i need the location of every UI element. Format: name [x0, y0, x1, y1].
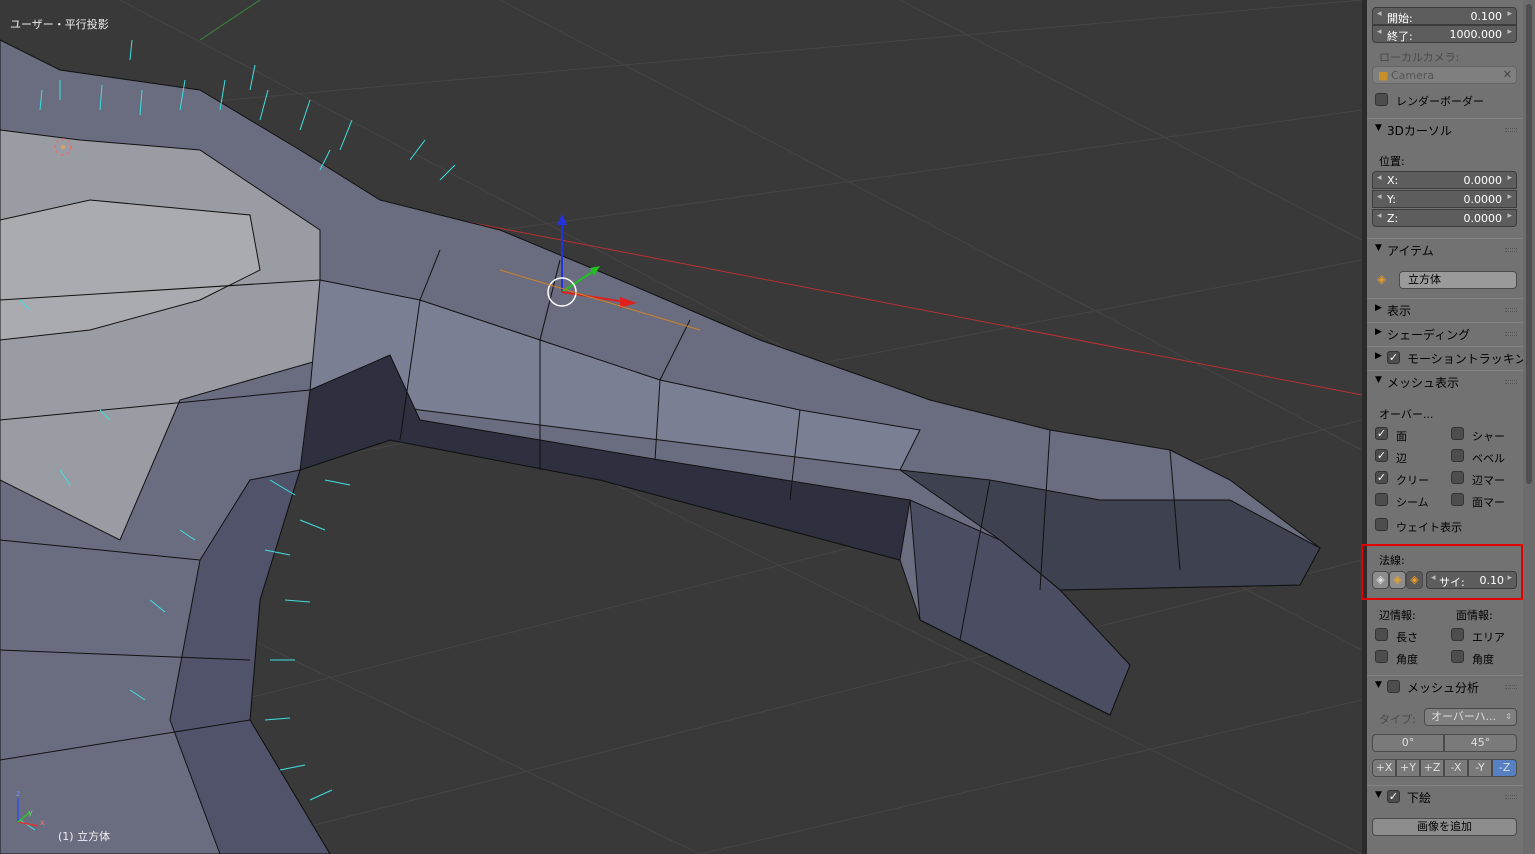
axis-pos-y-button[interactable]: +Y [1396, 759, 1420, 777]
mesh-display-panel-header[interactable]: ▼ メッシュ表示 [1367, 370, 1523, 392]
mesh-analysis-panel-header[interactable]: ▼ メッシュ分析 [1367, 675, 1523, 697]
angle-min-field[interactable]: 0° [1372, 734, 1444, 752]
display-panel-header[interactable]: ▶ 表示 [1367, 298, 1523, 320]
scrollbar-thumb[interactable] [1526, 4, 1532, 484]
axis-pos-x-button[interactable]: +X [1372, 759, 1396, 777]
expanded-triangle-icon: ▼ [1375, 680, 1382, 690]
mesh-scene[interactable] [0, 0, 1362, 854]
view-name-label: ユーザー・平行投影 [10, 18, 109, 31]
increment-arrow-icon[interactable]: ▸ [1507, 192, 1512, 202]
axis-neg-x-button[interactable]: -X [1444, 759, 1468, 777]
cursor-panel-header[interactable]: ▼ 3Dカーソル [1367, 118, 1523, 140]
expanded-triangle-icon: ▼ [1375, 790, 1382, 800]
drag-grip-icon[interactable] [1505, 685, 1517, 689]
axis-y-label: y [28, 808, 33, 817]
cursor-x-field[interactable]: ◂ X: 0.0000 ▸ [1372, 171, 1517, 189]
local-camera-label: ローカルカメラ: [1379, 51, 1460, 64]
increment-arrow-icon[interactable]: ▸ [1507, 9, 1512, 19]
increment-arrow-icon[interactable]: ▸ [1507, 27, 1512, 37]
active-object-label: (1) 立方体 [58, 830, 111, 843]
clear-icon[interactable]: ✕ [1503, 68, 1512, 81]
edges-checkbox[interactable]: ✓ [1375, 449, 1388, 462]
background-images-checkbox[interactable]: ✓ [1387, 790, 1400, 803]
edge-length-checkbox[interactable] [1375, 628, 1388, 641]
axis-neg-z-button[interactable]: -Z [1492, 759, 1517, 777]
background-images-panel-header[interactable]: ▼ ✓ 下絵 [1367, 785, 1523, 807]
expanded-triangle-icon: ▼ [1375, 375, 1382, 385]
drag-grip-icon[interactable] [1505, 128, 1517, 132]
decrement-arrow-icon[interactable]: ◂ [1377, 27, 1382, 37]
axis-pos-z-button[interactable]: +Z [1420, 759, 1444, 777]
expanded-triangle-icon: ▼ [1375, 123, 1382, 133]
camera-object-icon: ■ [1378, 69, 1389, 82]
faces-checkbox[interactable]: ✓ [1375, 427, 1388, 440]
drag-grip-icon[interactable] [1505, 332, 1517, 336]
cursor-z-field[interactable]: ◂ Z: 0.0000 ▸ [1372, 209, 1517, 227]
drag-grip-icon[interactable] [1505, 248, 1517, 252]
weight-display-checkbox[interactable] [1375, 518, 1388, 531]
drag-grip-icon[interactable] [1505, 308, 1517, 312]
properties-panel: ◂ 開始: 0.100 ▸ ◂ 終了: 1000.000 ▸ ローカルカメラ: … [1367, 0, 1523, 854]
clip-start-field[interactable]: ◂ 開始: 0.100 ▸ [1372, 7, 1517, 25]
increment-arrow-icon[interactable]: ▸ [1507, 173, 1512, 183]
cursor-y-field[interactable]: ◂ Y: 0.0000 ▸ [1372, 190, 1517, 208]
mesh-analysis-checkbox[interactable] [1387, 680, 1400, 693]
axis-z-label: z [16, 789, 21, 798]
normals-highlight-box [1361, 544, 1523, 600]
drag-grip-icon[interactable] [1505, 795, 1517, 799]
edge-angle-checkbox[interactable] [1375, 650, 1388, 663]
drag-grip-icon[interactable] [1505, 380, 1517, 384]
dropdown-arrows-icon: ⇳ [1505, 712, 1512, 721]
edge-marks-checkbox[interactable] [1451, 471, 1464, 484]
camera-field[interactable]: ■ Camera ✕ [1372, 66, 1517, 84]
face-info-label: 面情報: [1456, 609, 1493, 622]
overlay-label: オーバー... [1379, 408, 1434, 421]
seams-checkbox[interactable] [1375, 493, 1388, 506]
3d-viewport[interactable]: ユーザー・平行投影 (1) 立方体 z y x [0, 0, 1362, 854]
axis-neg-y-button[interactable]: -Y [1468, 759, 1492, 777]
panel-scrollbar[interactable] [1523, 0, 1535, 854]
bevel-checkbox[interactable] [1451, 449, 1464, 462]
edge-info-label: 辺情報: [1379, 609, 1416, 622]
sharp-checkbox[interactable] [1451, 427, 1464, 440]
type-label: タイプ: [1379, 713, 1416, 726]
collapsed-triangle-icon: ▶ [1375, 327, 1382, 337]
motion-tracking-panel-header[interactable]: ▶ ✓ モーショントラッキン [1367, 346, 1523, 368]
item-name-field[interactable]: 立方体 [1399, 271, 1517, 289]
shading-panel-header[interactable]: ▶ シェーディング [1367, 322, 1523, 344]
object-icon: ◈ [1377, 272, 1387, 286]
collapsed-triangle-icon: ▶ [1375, 351, 1382, 361]
face-area-checkbox[interactable] [1451, 628, 1464, 641]
add-image-button[interactable]: 画像を追加 [1372, 818, 1517, 836]
angle-max-field[interactable]: 45° [1444, 734, 1517, 752]
item-panel-header[interactable]: ▼ アイテム [1367, 238, 1523, 260]
increment-arrow-icon[interactable]: ▸ [1507, 211, 1512, 221]
clip-end-field[interactable]: ◂ 終了: 1000.000 ▸ [1372, 25, 1517, 43]
render-border-checkbox[interactable] [1375, 93, 1388, 106]
crease-checkbox[interactable]: ✓ [1375, 471, 1388, 484]
analysis-type-dropdown[interactable]: オーバーハ... ⇳ [1424, 708, 1517, 726]
face-angle-checkbox[interactable] [1451, 650, 1464, 663]
decrement-arrow-icon[interactable]: ◂ [1377, 192, 1382, 202]
face-marks-checkbox[interactable] [1451, 493, 1464, 506]
decrement-arrow-icon[interactable]: ◂ [1377, 211, 1382, 221]
decrement-arrow-icon[interactable]: ◂ [1377, 173, 1382, 183]
decrement-arrow-icon[interactable]: ◂ [1377, 9, 1382, 19]
expanded-triangle-icon: ▼ [1375, 243, 1382, 253]
axis-x-label: x [40, 818, 45, 827]
motion-tracking-checkbox[interactable]: ✓ [1387, 351, 1400, 364]
collapsed-triangle-icon: ▶ [1375, 303, 1382, 313]
position-label: 位置: [1379, 155, 1405, 168]
